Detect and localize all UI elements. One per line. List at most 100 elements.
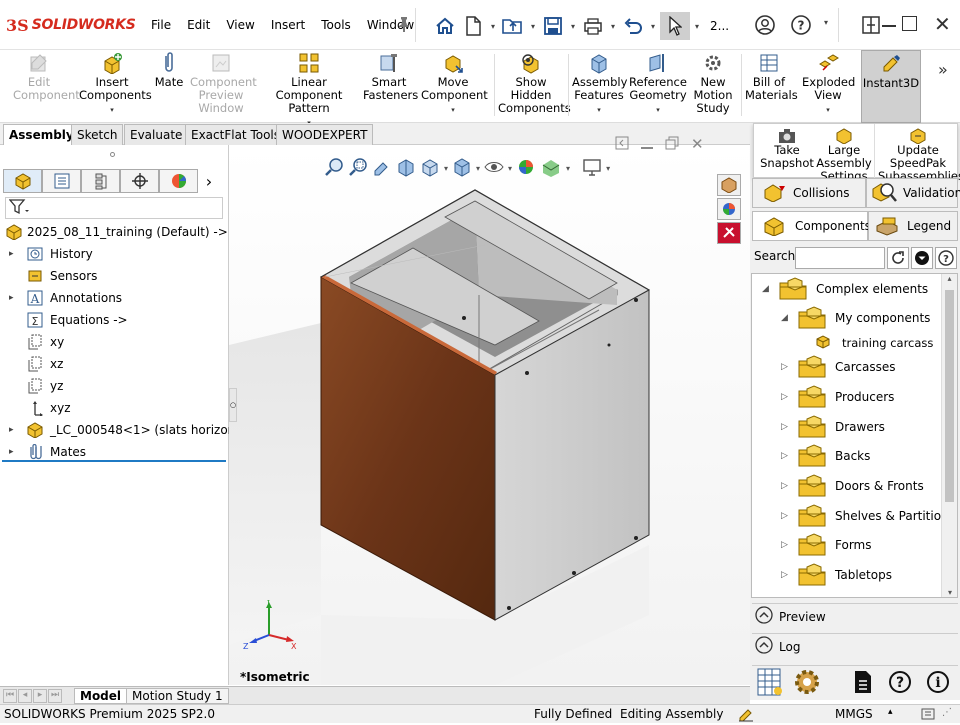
save-icon[interactable] xyxy=(540,13,566,39)
move-component-button[interactable]: Move Component ▾ xyxy=(420,50,488,123)
menu-window[interactable]: Window xyxy=(359,18,422,32)
maximize-icon[interactable] xyxy=(902,16,917,31)
scroll-thumb[interactable] xyxy=(945,290,954,502)
expand-arrow-icon[interactable]: ▷ xyxy=(781,511,797,521)
tree-item-yz[interactable]: yz xyxy=(0,375,229,397)
tab-collisions[interactable]: Collisions xyxy=(752,178,866,208)
new-motion-study-button[interactable]: New Motion Study xyxy=(690,50,736,123)
tree-item-sensors[interactable]: Sensors xyxy=(0,265,229,287)
tabs-next-chevron-icon[interactable]: › xyxy=(198,169,220,193)
show-hidden-components-button[interactable]: Show Hidden Components xyxy=(498,50,571,123)
expand-arrow-icon[interactable]: ▷ xyxy=(781,362,797,372)
component-preview-window-button[interactable]: Component Preview Window xyxy=(188,50,257,123)
update-speedpak-button[interactable]: Update SpeedPak Subassemblies xyxy=(878,128,960,183)
tab-evaluate[interactable]: Evaluate xyxy=(124,124,189,145)
configuration-manager-tab-icon[interactable] xyxy=(81,169,120,193)
select-dropdown-icon[interactable]: ▾ xyxy=(692,22,702,31)
tab-exactflat-tools[interactable]: ExactFlat Tools xyxy=(185,124,287,145)
reference-geometry-button[interactable]: Reference Geometry ▾ xyxy=(629,50,687,123)
help-dropdown-icon[interactable]: ▾ xyxy=(824,14,828,28)
expand-arrow-icon[interactable]: ▷ xyxy=(781,451,797,461)
table-settings-icon[interactable] xyxy=(756,667,784,700)
mate-button[interactable]: Mate xyxy=(152,50,186,123)
units-dropdown-icon[interactable]: ▴ xyxy=(888,707,893,717)
linear-component-pattern-button[interactable]: Linear Component Pattern ▾ xyxy=(258,50,360,127)
dimxpert-tab-icon[interactable] xyxy=(120,169,159,193)
panel-collapse-handle-icon[interactable]: ○ xyxy=(229,388,237,422)
feature-manager-tab-icon[interactable] xyxy=(3,169,42,193)
print-icon[interactable] xyxy=(580,13,606,39)
scroll-down-icon[interactable]: ▾ xyxy=(942,588,958,597)
large-assembly-settings-button[interactable]: Large Assembly Settings xyxy=(816,128,872,183)
home-icon[interactable] xyxy=(432,13,458,39)
tab-assembly[interactable]: Assembly xyxy=(3,124,80,145)
expand-arrow-icon[interactable]: ▷ xyxy=(781,422,797,432)
minimize-icon[interactable] xyxy=(882,16,896,27)
smart-fasteners-button[interactable]: Smart Fasteners xyxy=(362,50,418,123)
document-icon[interactable] xyxy=(852,670,874,697)
tab-sketch[interactable]: Sketch xyxy=(71,124,124,145)
tab-model[interactable]: Model xyxy=(74,688,128,704)
library-item-forms[interactable]: ▷ Forms xyxy=(781,533,871,557)
next-tab-arrow-icon[interactable]: ▸ xyxy=(33,689,47,703)
open-folder-icon[interactable] xyxy=(500,13,526,39)
tab-validation[interactable]: Validation xyxy=(866,178,960,208)
library-item-my-components[interactable]: ◢ My components xyxy=(781,306,930,330)
tree-item-xz[interactable]: xz xyxy=(0,353,229,375)
help-circle-icon[interactable]: ? xyxy=(888,670,912,697)
open-dropdown-icon[interactable]: ▾ xyxy=(528,22,538,31)
insert-components-button[interactable]: Insert Components ▾ xyxy=(76,50,152,123)
library-item-training-carcass[interactable]: training carcass xyxy=(800,331,933,355)
edit-component-button[interactable]: Edit Component xyxy=(6,50,80,123)
save-dropdown-icon[interactable]: ▾ xyxy=(568,22,578,31)
task-pane-appearances-icon[interactable] xyxy=(717,198,741,220)
tree-root-assembly[interactable]: 2025_08_11_training (Default) -> xyxy=(0,221,229,243)
status-tag-icon[interactable] xyxy=(920,706,936,725)
tree-item-annotations[interactable]: ▸ A Annotations xyxy=(0,287,229,309)
graphics-area[interactable]: ▾ ▾ ▾ ▾ ▾ ✕ Y X Z *Isometric ○ xyxy=(229,135,750,685)
ribbon-overflow-chevron-icon[interactable]: » xyxy=(938,60,948,79)
instant3d-button[interactable]: Instant3D xyxy=(861,50,921,123)
log-section-header[interactable]: Log xyxy=(752,633,958,659)
expand-arrow-icon[interactable]: ▷ xyxy=(781,540,797,550)
units-label[interactable]: MMGS xyxy=(835,707,873,721)
preview-section-header[interactable]: Preview xyxy=(752,603,958,629)
settings-gear-icon[interactable] xyxy=(792,667,822,700)
pin-icon[interactable] xyxy=(397,16,411,35)
expand-arrow-icon[interactable]: ▸ xyxy=(9,249,14,259)
tree-item-xyz[interactable]: xyz xyxy=(0,397,229,419)
close-icon[interactable]: ✕ xyxy=(934,12,951,36)
new-dropdown-icon[interactable]: ▾ xyxy=(488,22,498,31)
library-item-tabletops[interactable]: ▷ Tabletops xyxy=(781,563,892,587)
library-scrollbar[interactable]: ▴ ▾ xyxy=(941,274,957,597)
library-item-doors-fronts[interactable]: ▷ Doors & Fronts xyxy=(781,474,924,498)
collapse-arrow-icon[interactable]: ◢ xyxy=(781,313,797,323)
property-manager-tab-icon[interactable] xyxy=(42,169,81,193)
first-tab-arrow-icon[interactable]: ⏮ xyxy=(3,689,17,703)
exploded-view-button[interactable]: Exploded View ▾ xyxy=(800,50,856,123)
options-dropdown-icon[interactable] xyxy=(911,247,933,269)
task-pane-resources-icon[interactable] xyxy=(717,174,741,196)
take-snapshot-button[interactable]: Take Snapshot xyxy=(758,128,816,170)
last-tab-arrow-icon[interactable]: ⏭ xyxy=(48,689,62,703)
refresh-icon[interactable] xyxy=(887,247,909,269)
resize-grip-icon[interactable]: ⋰ xyxy=(942,707,952,718)
help-icon[interactable]: ? xyxy=(790,14,812,39)
cabinet-model-render[interactable] xyxy=(229,145,750,685)
previous-tab-arrow-icon[interactable]: ◂ xyxy=(18,689,32,703)
tab-legend[interactable]: Legend xyxy=(868,211,958,241)
library-item-shelves-partitions[interactable]: ▷ Shelves & Partitions xyxy=(781,504,955,528)
display-manager-tab-icon[interactable] xyxy=(159,169,198,193)
account-icon[interactable] xyxy=(754,14,776,39)
tree-filter-box[interactable] xyxy=(5,197,223,219)
library-item-carcasses[interactable]: ▷ Carcasses xyxy=(781,355,896,379)
search-help-icon[interactable]: ? xyxy=(935,247,957,269)
scroll-up-icon[interactable]: ▴ xyxy=(942,274,957,283)
rollback-bar[interactable] xyxy=(2,460,226,462)
restore-layout-icon[interactable] xyxy=(862,16,880,37)
expand-arrow-icon[interactable]: ▸ xyxy=(9,293,14,303)
bill-of-materials-button[interactable]: Bill of Materials xyxy=(744,50,798,123)
undo-icon[interactable] xyxy=(620,13,646,39)
component-search-input[interactable] xyxy=(795,247,885,269)
menu-file[interactable]: File xyxy=(143,18,179,32)
